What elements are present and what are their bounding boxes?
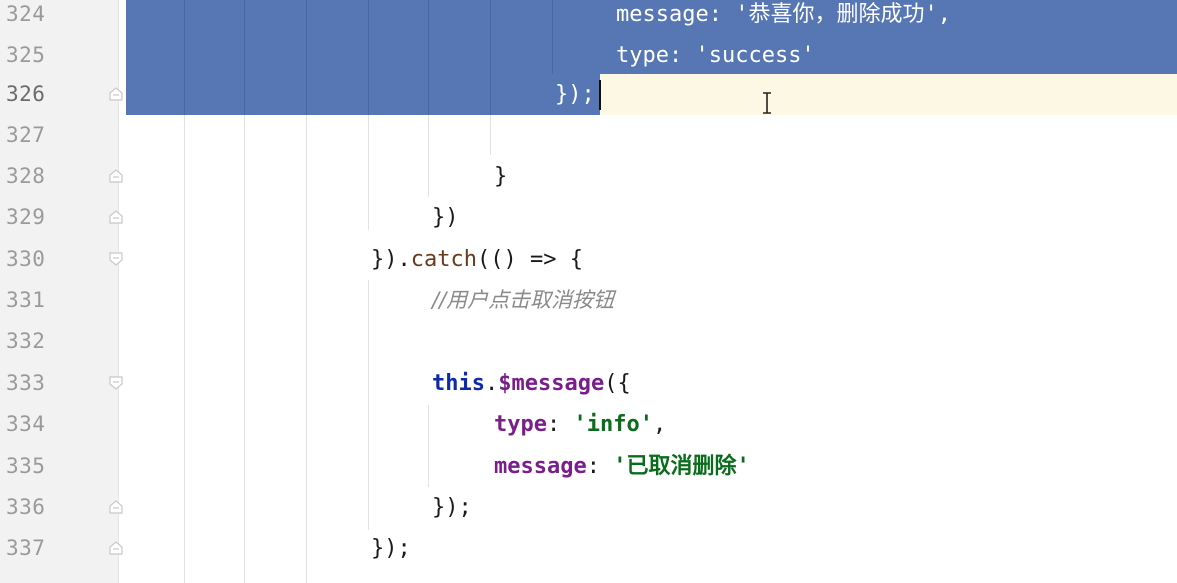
fold-end-icon[interactable] — [106, 497, 126, 517]
code-text: }) — [432, 205, 459, 230]
code-line[interactable]: 333 this.$message({ — [0, 363, 1177, 404]
code-comment: //用户点击取消按钮 — [432, 288, 615, 312]
line-number: 334 — [6, 412, 46, 436]
line-number: 333 — [6, 371, 46, 395]
line-number: 332 — [6, 329, 46, 353]
code-line[interactable]: 332 — [0, 321, 1177, 362]
code-text: }).catch(() => { — [371, 247, 583, 272]
code-text: this.$message({ — [432, 371, 631, 396]
fold-start-icon[interactable] — [106, 373, 126, 393]
code-text: }); — [371, 536, 411, 561]
code-line[interactable]: 337 }); — [0, 528, 1177, 569]
line-number: 331 — [6, 288, 46, 312]
code-line-active[interactable]: 326 }); — [0, 74, 1177, 115]
code-text: } — [494, 164, 508, 189]
code-line[interactable]: 328 } — [0, 156, 1177, 197]
code-line[interactable]: 327 — [0, 115, 1177, 156]
line-number: 335 — [6, 454, 46, 478]
code-text: type: 'success' — [616, 43, 815, 68]
line-number: 337 — [6, 536, 46, 560]
code-text: message: '恭喜你，删除成功', — [616, 2, 951, 27]
code-editor[interactable]: 324 message: '恭喜你，删除成功', 325 type: 'succ… — [0, 0, 1177, 583]
code-line[interactable]: 331 //用户点击取消按钮 — [0, 280, 1177, 321]
code-line[interactable]: 330 }).catch(() => { — [0, 239, 1177, 280]
code-line[interactable]: 335 message: '已取消删除' — [0, 446, 1177, 487]
line-number: 329 — [6, 205, 46, 229]
line-number: 336 — [6, 495, 46, 519]
line-number: 327 — [6, 123, 46, 147]
fold-end-icon[interactable] — [106, 538, 126, 558]
code-line[interactable]: 336 }); — [0, 487, 1177, 528]
code-text: message: '已取消删除' — [494, 454, 750, 479]
fold-end-icon[interactable] — [106, 207, 126, 227]
line-number: 325 — [6, 43, 46, 67]
code-line[interactable]: 325 type: 'success' — [0, 35, 1177, 76]
line-number: 324 — [6, 2, 46, 26]
ibeam-cursor-icon — [763, 92, 771, 114]
fold-end-icon[interactable] — [106, 84, 126, 104]
text-caret — [599, 80, 601, 110]
code-line[interactable]: 324 message: '恭喜你，删除成功', — [0, 0, 1177, 35]
line-number: 328 — [6, 164, 46, 188]
line-number: 326 — [6, 82, 46, 106]
fold-start-icon[interactable] — [106, 249, 126, 269]
code-line[interactable]: 329 }) — [0, 197, 1177, 238]
code-text: }); — [432, 495, 472, 520]
code-line[interactable]: 334 type: 'info', — [0, 404, 1177, 445]
code-text: }); — [555, 82, 595, 107]
fold-end-icon[interactable] — [106, 166, 126, 186]
line-number: 330 — [6, 247, 46, 271]
code-text: type: 'info', — [494, 412, 667, 437]
